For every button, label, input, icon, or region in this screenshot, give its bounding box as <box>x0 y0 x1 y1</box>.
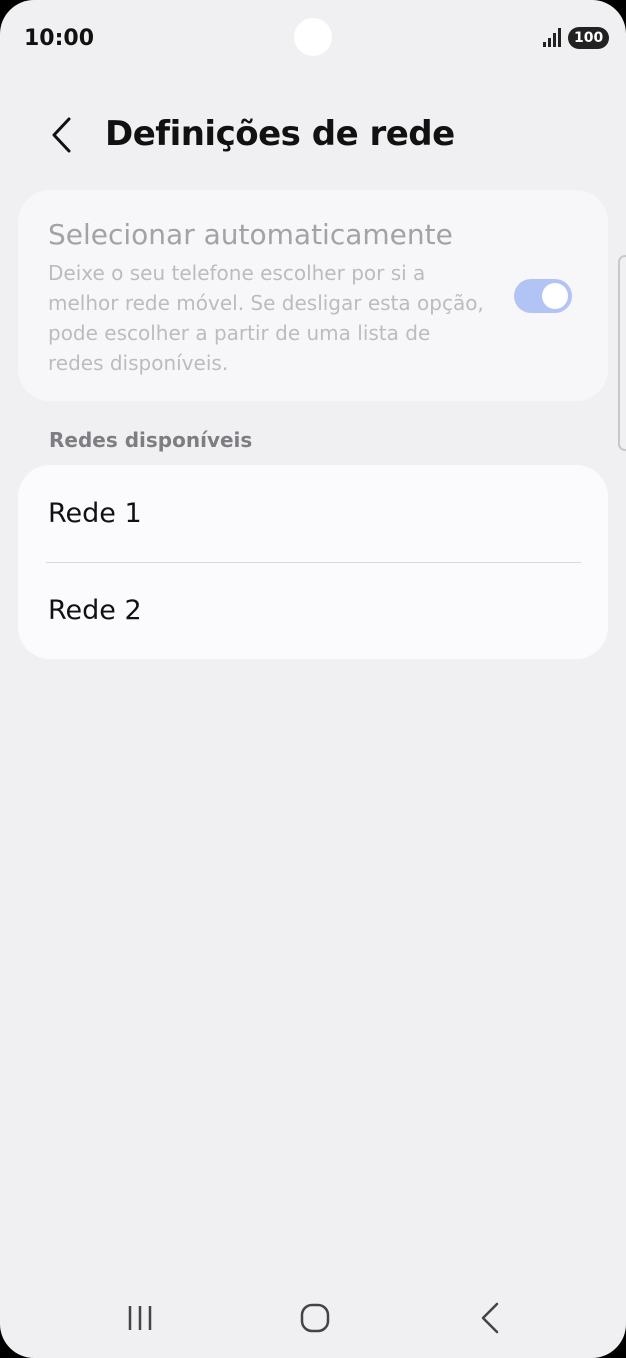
auto-select-card[interactable]: Selecionar automaticamente Deixe o seu t… <box>18 190 608 401</box>
auto-select-title: Selecionar automaticamente <box>48 218 453 251</box>
front-camera-cutout <box>294 18 332 56</box>
page-title: Definições de rede <box>105 114 455 154</box>
chevron-left-icon <box>52 117 71 153</box>
recent-apps-button[interactable] <box>110 1296 170 1340</box>
network-item-2[interactable]: Rede 2 <box>18 562 608 659</box>
phone-screen: 10:00 100 Definições de rede Selecionar … <box>0 0 626 1358</box>
page-header: Definições de rede <box>0 100 626 170</box>
home-icon <box>300 1303 330 1333</box>
battery-icon: 100 <box>568 27 610 49</box>
nav-back-button[interactable] <box>460 1296 520 1340</box>
section-label-available-networks: Redes disponíveis <box>49 428 253 452</box>
auto-select-description: Deixe o seu telefone escolher por si a m… <box>48 261 484 375</box>
status-bar: 10:00 100 <box>0 0 626 78</box>
toggle-knob <box>542 283 568 309</box>
edge-panel-handle[interactable] <box>618 255 626 451</box>
back-icon <box>481 1302 499 1334</box>
network-list: Rede 1 Rede 2 <box>18 465 608 659</box>
home-button[interactable] <box>285 1296 345 1340</box>
back-button[interactable] <box>40 110 84 160</box>
signal-icon <box>543 28 561 47</box>
status-time: 10:00 <box>24 26 95 51</box>
auto-select-toggle[interactable] <box>514 279 572 313</box>
recent-apps-icon <box>128 1306 152 1330</box>
network-item-1[interactable]: Rede 1 <box>18 465 608 562</box>
navigation-bar <box>0 1280 626 1358</box>
